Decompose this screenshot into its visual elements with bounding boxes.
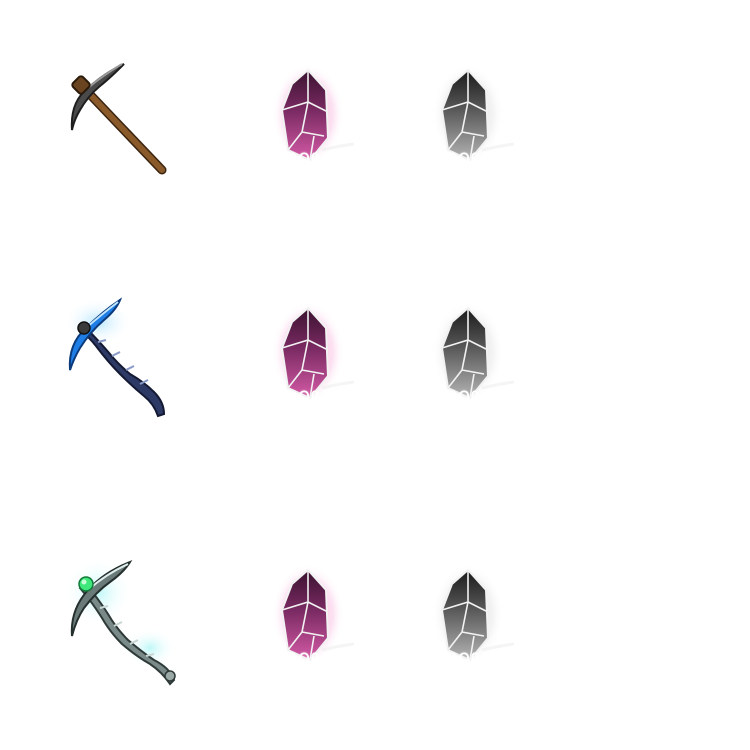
- pink-crystal-icon: 20%: [258, 562, 368, 682]
- drop-chance-label: 20%: [285, 148, 331, 173]
- drop-chance-label: 80%: [445, 648, 491, 673]
- drop-chance-label: 80%: [445, 148, 491, 173]
- sapphire-pickaxe-icon: [58, 290, 188, 430]
- drop-row: 20% 80%: [0, 552, 750, 686]
- drop-chance-label: 20%: [285, 386, 331, 411]
- drop-rate-panel: 20% 80% 20% 80% 20% 80%: [0, 0, 750, 750]
- drop-chance-label: 80%: [445, 386, 491, 411]
- drop-row: 20% 80%: [0, 52, 750, 182]
- gray-crystal-icon: 80%: [418, 300, 528, 420]
- gray-crystal-icon: 80%: [418, 62, 528, 182]
- gray-crystal-icon: 80%: [418, 562, 528, 682]
- emerald-steel-pickaxe-icon: [58, 552, 188, 692]
- pink-crystal-icon: 20%: [258, 62, 368, 182]
- drop-row: 20% 80%: [0, 290, 750, 420]
- pink-crystal-icon: 20%: [258, 300, 368, 420]
- drop-chance-label: 20%: [285, 648, 331, 673]
- wooden-pickaxe-icon: [58, 52, 188, 192]
